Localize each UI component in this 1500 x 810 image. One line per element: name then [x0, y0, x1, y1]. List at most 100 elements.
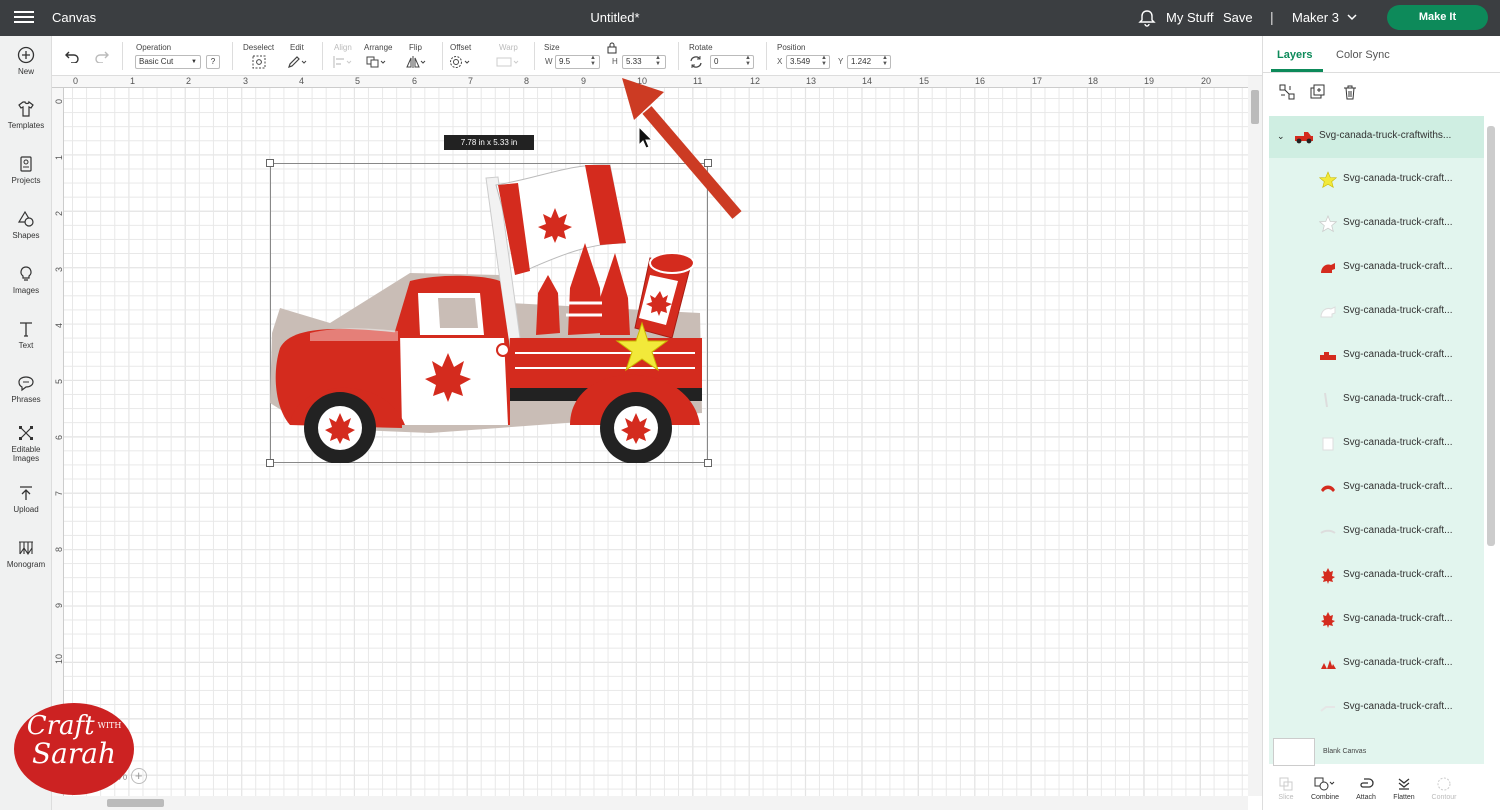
sidebar-item-templates[interactable]: Templates [0, 100, 52, 130]
blank-canvas-label: Blank Canvas [1323, 748, 1367, 755]
combine-label: Combine [1310, 794, 1339, 801]
sidebar-item-editable-images[interactable]: Editable Images [0, 424, 52, 463]
flatten-button[interactable]: Flatten [1389, 776, 1419, 801]
sidebar-item-label: New [17, 67, 34, 76]
shirt-icon [18, 100, 34, 117]
ruler-tick: 6 [412, 76, 418, 86]
chat-icon [18, 376, 34, 392]
flatten-label: Flatten [1393, 794, 1415, 801]
tab-layers[interactable]: Layers [1277, 49, 1312, 61]
layer-row[interactable]: Svg-canada-truck-craft... [1269, 510, 1484, 554]
bulb-icon [20, 266, 32, 281]
contour-button[interactable]: Contour [1429, 776, 1459, 801]
duplicate-icon[interactable] [1310, 84, 1326, 100]
bed-thumbnail-icon [1320, 352, 1336, 360]
position-label: Position [777, 43, 806, 52]
zoom-in-icon[interactable]: + [130, 768, 147, 784]
layer-row[interactable]: Svg-canada-truck-craft... [1269, 246, 1484, 290]
width-stepper-icon[interactable]: ▲ ▼ [590, 55, 598, 67]
help-button[interactable]: ? [206, 55, 220, 69]
y-label: Y [838, 57, 844, 66]
ruler-tick: 20 [1201, 76, 1212, 86]
tab-color-sync[interactable]: Color Sync [1336, 49, 1390, 61]
layer-name: Svg-canada-truck-craft... [1343, 569, 1453, 580]
layer-name: Svg-canada-truck-craft... [1343, 173, 1453, 184]
rotate-stepper-icon[interactable]: ▲ ▼ [745, 55, 753, 67]
fireworks-thumbnail-icon [1321, 660, 1336, 669]
ruler-tick: 8 [54, 546, 64, 552]
sidebar-item-images[interactable]: Images [0, 265, 52, 295]
chevron-down-icon[interactable]: ⌄ [1277, 131, 1285, 142]
size-label: Size [544, 43, 560, 52]
layer-row[interactable]: Svg-canada-truck-craft... [1269, 334, 1484, 378]
ungroup-icon[interactable] [1279, 84, 1295, 100]
offset-icon[interactable] [449, 55, 473, 69]
redo-icon[interactable] [94, 49, 110, 63]
maple-leaf-icon [1321, 612, 1335, 628]
height-value: 5.33 [626, 57, 642, 66]
layer-row[interactable]: Svg-canada-truck-craft... [1269, 686, 1484, 730]
pencil-icon[interactable] [287, 55, 307, 69]
sidebar-item-phrases[interactable]: Phrases [0, 374, 52, 404]
sidebar-item-shapes[interactable]: Shapes [0, 210, 52, 240]
arrange-icon[interactable] [366, 55, 388, 69]
combine-button[interactable]: Combine [1310, 776, 1340, 801]
attach-button[interactable]: Attach [1351, 776, 1381, 801]
horizontal-scrollbar[interactable] [52, 796, 1248, 810]
trash-icon[interactable] [1342, 84, 1358, 100]
layer-name: Svg-canada-truck-craft... [1343, 437, 1453, 448]
align-icon[interactable] [332, 55, 354, 69]
rotate-icon [690, 56, 702, 68]
layer-row[interactable]: Svg-canada-truck-craft... [1269, 554, 1484, 598]
maple-leaf-icon [1321, 568, 1335, 584]
layer-row[interactable]: Svg-canada-truck-craft... [1269, 466, 1484, 510]
blank-canvas-swatch[interactable] [1273, 738, 1315, 766]
sidebar-item-monogram[interactable]: Monogram [0, 539, 52, 569]
machine-select[interactable]: Maker 3 [1292, 10, 1339, 25]
panel-scrollbar[interactable] [1487, 126, 1495, 546]
height-stepper-icon[interactable]: ▲ ▼ [655, 55, 663, 67]
scroll-thumb[interactable] [1251, 90, 1259, 124]
ruler-tick: 18 [1088, 76, 1099, 86]
my-stuff-link[interactable]: My Stuff [1166, 10, 1213, 25]
ruler-tick: 17 [1032, 76, 1043, 86]
flip-icon[interactable] [406, 55, 428, 69]
sidebar-item-text[interactable]: Text [0, 320, 52, 350]
layer-name: Svg-canada-truck-craft... [1343, 393, 1453, 404]
x-stepper-icon[interactable]: ▲ ▼ [821, 55, 829, 67]
layer-row[interactable]: Svg-canada-truck-craft... [1269, 158, 1484, 202]
sidebar-item-new[interactable]: New [0, 46, 52, 76]
ruler-tick: 9 [581, 76, 587, 86]
sidebar-item-upload[interactable]: Upload [0, 484, 52, 514]
upload-icon [20, 486, 32, 500]
truck-thumbnail-icon [1295, 132, 1313, 144]
ruler-tick: 0 [54, 98, 64, 104]
document-title[interactable]: Untitled* [560, 10, 670, 25]
chevron-down-icon[interactable] [1346, 11, 1358, 23]
layer-row[interactable]: Svg-canada-truck-craft... [1269, 422, 1484, 466]
outline-thumbnail-icon [1320, 306, 1336, 318]
scroll-thumb[interactable] [107, 799, 164, 807]
slice-button[interactable]: Slice [1271, 776, 1301, 801]
layer-row[interactable]: Svg-canada-truck-craft... [1269, 642, 1484, 686]
operation-select[interactable]: Basic Cut ▼ [135, 55, 201, 69]
layer-group[interactable]: ⌄ Svg-canada-truck-craftwiths... [1269, 116, 1484, 158]
make-it-button[interactable]: Make It [1387, 5, 1488, 30]
layer-row[interactable]: Svg-canada-truck-craft... [1269, 202, 1484, 246]
save-button[interactable]: Save [1223, 10, 1253, 25]
layer-row[interactable]: Svg-canada-truck-craft... [1269, 598, 1484, 642]
text-icon [20, 322, 32, 337]
layer-name: Svg-canada-truck-craft... [1343, 305, 1453, 316]
bell-icon[interactable] [1138, 9, 1156, 27]
y-stepper-icon[interactable]: ▲ ▼ [882, 55, 890, 67]
layer-row[interactable]: Svg-canada-truck-craft... [1269, 290, 1484, 334]
lock-icon[interactable] [607, 42, 617, 54]
undo-icon[interactable] [64, 49, 80, 63]
right-panel: Layers Color Sync ⌄ Svg-canada-truck-cra… [1262, 36, 1500, 810]
vertical-scrollbar[interactable] [1248, 76, 1262, 796]
hamburger-menu-icon[interactable] [14, 8, 34, 28]
sidebar-item-projects[interactable]: Projects [0, 155, 52, 185]
layer-row[interactable]: Svg-canada-truck-craft... [1269, 378, 1484, 422]
deselect-icon[interactable] [252, 55, 266, 69]
warp-icon[interactable] [496, 55, 522, 69]
